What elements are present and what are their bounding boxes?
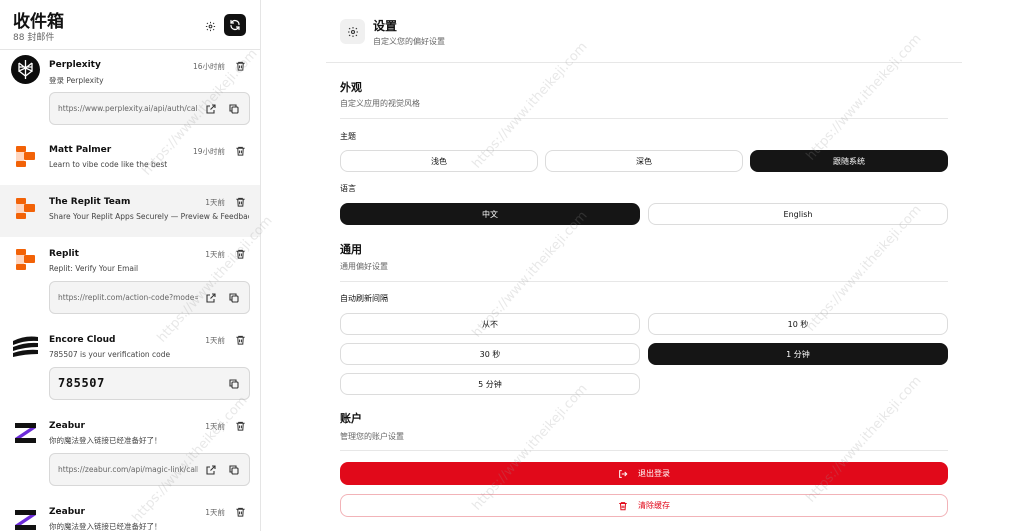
copy-icon[interactable] xyxy=(228,292,240,304)
email-subject: 785507 is your verification code xyxy=(49,350,171,359)
email-time: 19小时前 xyxy=(192,147,225,156)
email-sender: Perplexity xyxy=(49,60,101,70)
gear-icon xyxy=(205,21,215,31)
appearance-title: 外观 xyxy=(340,81,362,94)
refresh-option-30s[interactable]: 30 秒 xyxy=(340,343,640,365)
email-item-matt-palmer[interactable]: Matt Palmer 19小时前 Learn to vibe code lik… xyxy=(0,133,260,185)
verify-link-url[interactable]: https://replit.com/action-code?mode=veri… xyxy=(58,293,198,302)
clear-cache-button[interactable]: 清除缓存 xyxy=(340,494,948,517)
email-item-replit-team[interactable]: The Replit Team 1天前 Share Your Replit Ap… xyxy=(0,185,260,237)
account-subtitle: 管理您的账户设置 xyxy=(340,432,404,441)
email-sender: Encore Cloud xyxy=(49,335,116,345)
general-title: 通用 xyxy=(340,243,362,256)
email-sender: Matt Palmer xyxy=(49,145,112,155)
page-subtitle: 自定义您的偏好设置 xyxy=(373,37,445,46)
mail-sidebar: 收件箱 88 封邮件 Perplexity 16小时前 登录 Perplexit… xyxy=(0,0,261,531)
email-time: 1天前 xyxy=(205,336,225,345)
trash-icon[interactable] xyxy=(235,196,246,208)
inbox-title: 收件箱 xyxy=(13,12,64,32)
section-divider xyxy=(340,281,948,282)
settings-panel: 设置 自定义您的偏好设置 外观 自定义应用的视觉风格 主题 浅色 深色 跟随系统… xyxy=(262,0,1024,531)
copy-icon[interactable] xyxy=(228,464,240,476)
trash-icon[interactable] xyxy=(235,60,246,72)
refresh-option-10s[interactable]: 10 秒 xyxy=(648,313,948,335)
trash-icon[interactable] xyxy=(235,248,246,260)
code-box: 785507 xyxy=(49,367,250,400)
settings-page-icon xyxy=(340,19,365,44)
language-option-english[interactable]: English xyxy=(648,203,948,225)
email-sender: Replit xyxy=(49,249,79,259)
general-subtitle: 通用偏好设置 xyxy=(340,262,388,271)
email-time: 1天前 xyxy=(205,198,225,207)
mail-count: 88 封邮件 xyxy=(13,33,55,43)
appearance-subtitle: 自定义应用的视觉风格 xyxy=(340,99,420,108)
email-item-zeabur[interactable]: Zeabur 1天前 你的魔法登入链接已经准备好了！ https://zeabu… xyxy=(0,408,260,496)
replit-logo xyxy=(11,142,40,171)
theme-option-system[interactable]: 跟随系统 xyxy=(750,150,948,172)
page-title: 设置 xyxy=(373,19,398,33)
refresh-option-5min[interactable]: 5 分钟 xyxy=(340,373,640,395)
trash-icon[interactable] xyxy=(235,420,246,432)
open-external-icon[interactable] xyxy=(205,103,217,115)
section-divider xyxy=(340,450,948,451)
language-option-chinese[interactable]: 中文 xyxy=(340,203,640,225)
email-item-perplexity[interactable]: Perplexity 16小时前 登录 Perplexity https://w… xyxy=(0,51,260,133)
logout-button[interactable]: 退出登录 xyxy=(340,462,948,485)
sidebar-header: 收件箱 88 封邮件 xyxy=(0,0,260,50)
email-subject: 你的魔法登入链接已经准备好了！ xyxy=(49,436,162,445)
email-time: 1天前 xyxy=(205,250,225,259)
open-external-icon[interactable] xyxy=(205,464,217,476)
email-item-replit[interactable]: Replit 1天前 Replit: Verify Your Email htt… xyxy=(0,237,260,322)
email-subject: Learn to vibe code like the best xyxy=(49,160,168,169)
open-external-icon[interactable] xyxy=(205,292,217,304)
header-divider xyxy=(326,62,962,63)
gear-icon xyxy=(347,26,358,37)
replit-logo xyxy=(11,245,40,274)
email-item-zeabur-2[interactable]: Zeabur 1天前 你的魔法登入链接已经准备好了！ xyxy=(0,496,260,531)
magic-link-url[interactable]: https://zeabur.com/api/magic-link/callba… xyxy=(58,465,198,474)
email-subject: Share Your Replit Apps Securely — Previe… xyxy=(49,212,249,221)
language-label: 语言 xyxy=(340,184,356,193)
email-sender: Zeabur xyxy=(49,507,85,517)
email-time: 16小时前 xyxy=(192,62,225,71)
email-subject: 你的魔法登入链接已经准备好了！ xyxy=(49,522,162,531)
email-time: 1天前 xyxy=(205,508,225,517)
email-sender: The Replit Team xyxy=(49,197,131,207)
email-time: 1天前 xyxy=(205,422,225,431)
zeabur-logo xyxy=(11,418,40,447)
perplexity-logo xyxy=(11,55,40,84)
settings-button[interactable] xyxy=(201,17,219,35)
link-box: https://zeabur.com/api/magic-link/callba… xyxy=(49,453,250,486)
theme-option-dark[interactable]: 深色 xyxy=(545,150,743,172)
refresh-interval-label: 自动刷新间隔 xyxy=(340,294,388,303)
replit-logo xyxy=(11,194,40,223)
verification-code[interactable]: 785507 xyxy=(58,376,105,390)
email-item-encore-cloud[interactable]: Encore Cloud 1天前 785507 is your verifica… xyxy=(0,322,260,408)
section-divider xyxy=(340,118,948,119)
clear-cache-label: 清除缓存 xyxy=(638,501,670,510)
copy-icon[interactable] xyxy=(228,103,240,115)
copy-icon[interactable] xyxy=(228,378,240,390)
trash-icon[interactable] xyxy=(235,145,246,157)
link-box: https://replit.com/action-code?mode=veri… xyxy=(49,281,250,314)
refresh-option-never[interactable]: 从不 xyxy=(340,313,640,335)
zeabur-logo xyxy=(11,505,40,531)
refresh-option-1min[interactable]: 1 分钟 xyxy=(648,343,948,365)
theme-option-light[interactable]: 浅色 xyxy=(340,150,538,172)
refresh-button[interactable] xyxy=(224,14,246,36)
trash-icon[interactable] xyxy=(235,506,246,518)
link-box: https://www.perplexity.ai/api/auth/callb… xyxy=(49,92,250,125)
encore-logo xyxy=(11,332,40,361)
theme-label: 主题 xyxy=(340,132,356,141)
magic-link-url[interactable]: https://www.perplexity.ai/api/auth/callb… xyxy=(58,104,198,113)
refresh-icon xyxy=(230,19,240,31)
logout-label: 退出登录 xyxy=(638,469,670,478)
email-subject: 登录 Perplexity xyxy=(49,76,104,85)
email-sender: Zeabur xyxy=(49,421,85,431)
trash-icon xyxy=(619,501,627,510)
logout-icon xyxy=(619,469,628,478)
email-subject: Replit: Verify Your Email xyxy=(49,264,139,273)
trash-icon[interactable] xyxy=(235,334,246,346)
account-title: 账户 xyxy=(340,412,362,425)
